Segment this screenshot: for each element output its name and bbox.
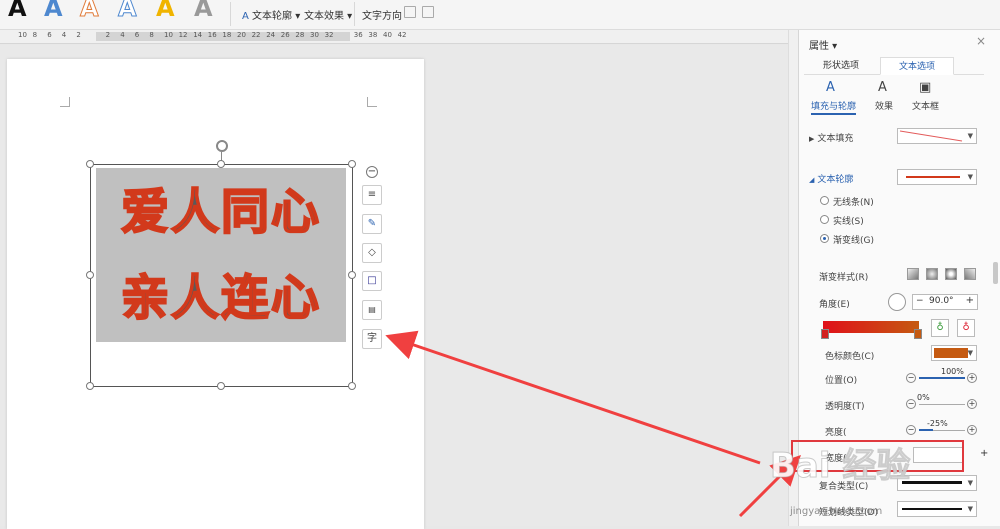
baidu-watermark: Bai 经验 [769, 446, 911, 487]
baidu-watermark-url: jingyan.baidu.com [790, 506, 883, 517]
arrow-to-text-tool [385, 330, 761, 465]
